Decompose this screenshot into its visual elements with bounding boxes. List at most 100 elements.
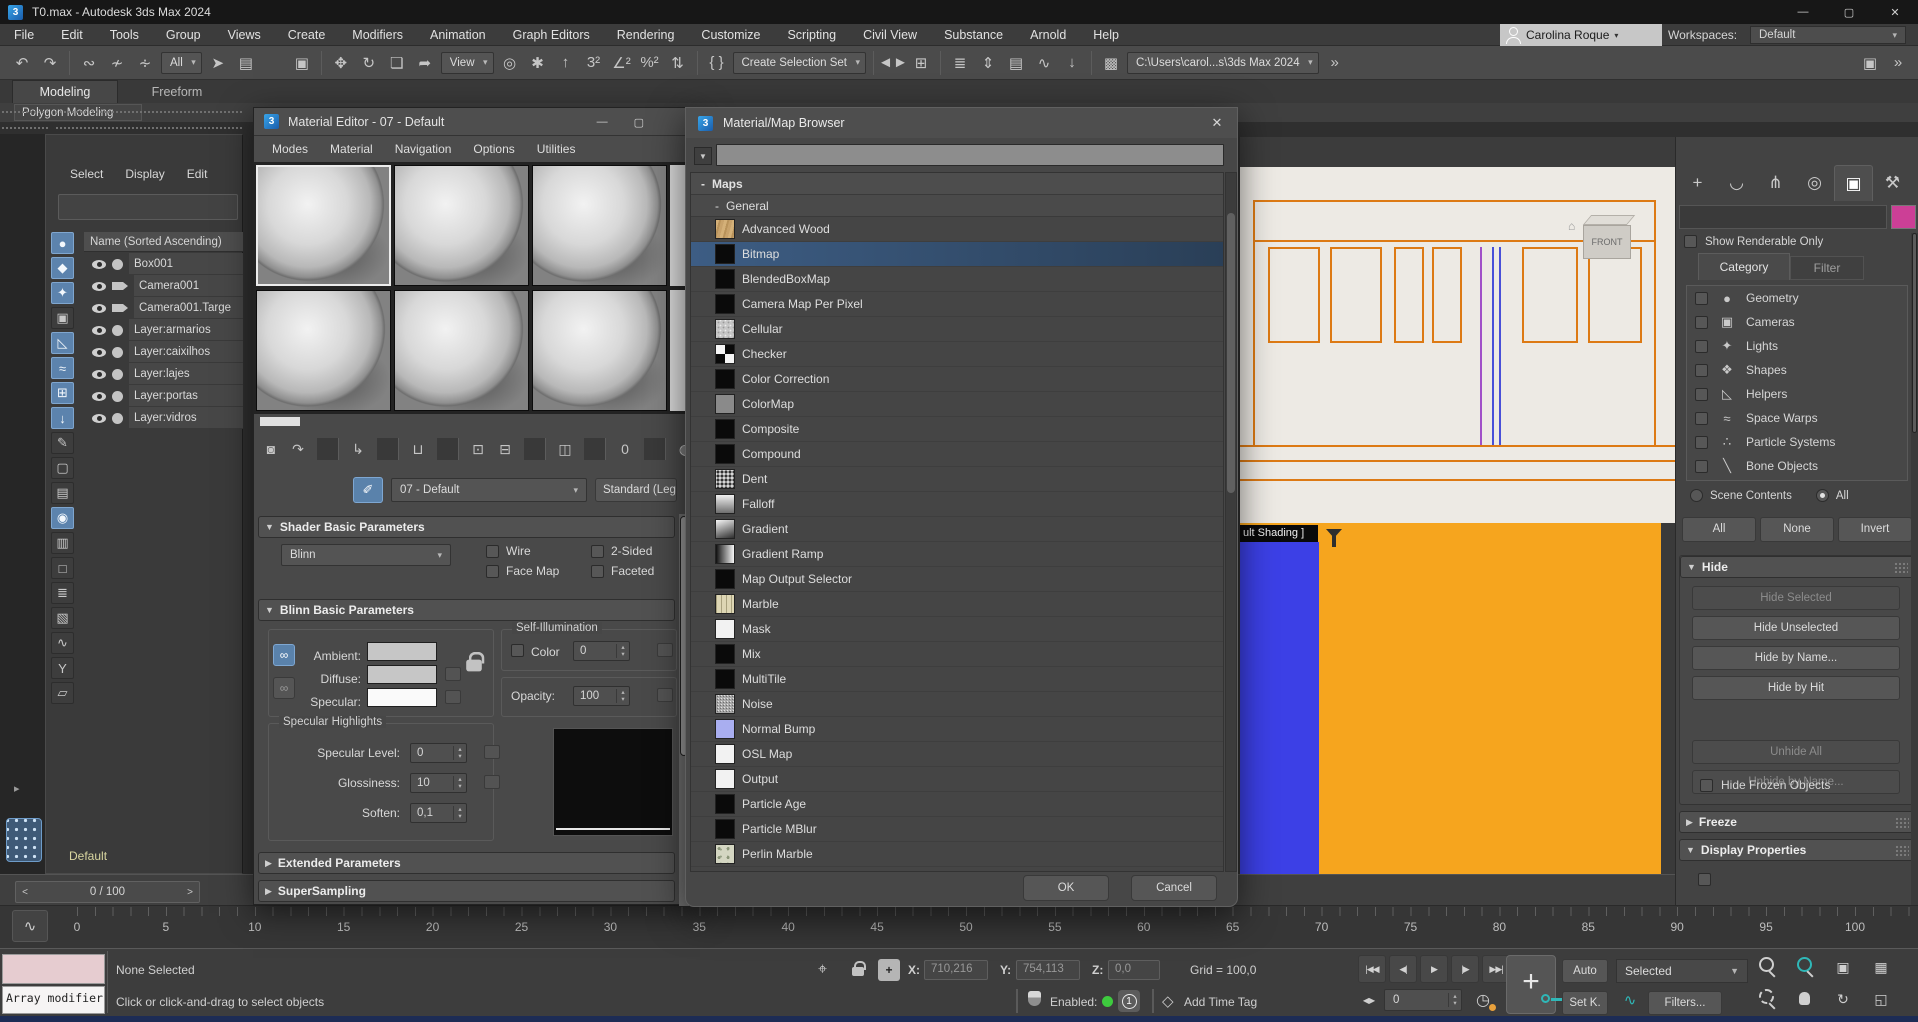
visibility-eye-icon[interactable] [92,260,106,269]
grid-tool-icon[interactable] [6,818,42,862]
object-name[interactable]: Layer:lajes [129,363,243,385]
display-folder-icon[interactable]: ▱ [51,682,74,704]
toolbar-overflow-icon[interactable]: » [1323,51,1347,75]
modify-tab[interactable]: ◡ [1717,165,1756,201]
zoom-region-icon[interactable] [1750,985,1784,1013]
map-button[interactable] [484,745,500,759]
map-list-item[interactable]: Gradient [691,517,1223,542]
minimize-button[interactable]: — [1780,0,1826,24]
slot-resize-handle[interactable] [260,417,300,426]
go-to-start-button[interactable]: |◀◀ [1358,955,1386,983]
reset-map-icon[interactable]: ⊔ [407,438,429,460]
sample-slot[interactable] [532,290,667,411]
map-list-item[interactable]: Checker [691,342,1223,367]
display-selection-sets-icon[interactable]: ▧ [51,607,74,629]
render-setup-icon[interactable]: ▩ [1099,51,1123,75]
diffuse-map-button[interactable] [445,667,461,681]
viewport[interactable]: FRONT ⌂ ult Shading ] [1240,137,1675,874]
map-list-item[interactable]: Camera Map Per Pixel [691,292,1223,317]
project-folder-dropdown[interactable]: C:\Users\carol...s\3ds Max 2024 [1127,52,1319,74]
previous-frame-arrow[interactable]: < [16,887,34,898]
zoom-all-icon[interactable] [1788,953,1822,981]
menu-item[interactable]: Rendering [617,28,675,42]
user-account-button[interactable]: Carolina Roque ▾ [1500,24,1662,46]
menu-item[interactable]: Modifiers [352,28,403,42]
lock-diffuse-specular-icon[interactable]: ∞ [273,677,295,699]
select-manipulate-icon[interactable]: ✱ [526,51,550,75]
zoom-extents-icon[interactable]: ▣ [1826,953,1860,981]
map-list-item[interactable]: Mix [691,642,1223,667]
visibility-eye-icon[interactable] [92,304,106,313]
play-button[interactable]: ▶ [1420,955,1448,983]
display-hidden-icon[interactable]: □ [51,557,74,579]
search-options-button[interactable]: ▼ [694,147,712,165]
adaptive-degradation-badge[interactable]: 1 [1118,990,1140,1012]
map-list-item[interactable]: Perlin Marble [691,842,1223,867]
pick-material-eyedropper[interactable]: ✐ [353,477,383,503]
time-slider[interactable]: < 0 / 100 > [15,881,200,903]
selection-set-dropdown[interactable]: Selected ▼ [1616,959,1748,983]
command-panel-scrollbar[interactable] [1911,233,1918,905]
close-button[interactable]: ✕ [1872,0,1918,24]
visibility-eye-icon[interactable] [92,392,106,401]
object-name-field[interactable] [1679,205,1887,229]
display-spacewarps-filter-icon[interactable]: ≈ [51,357,74,379]
view-cube[interactable]: FRONT [1583,213,1641,265]
toolbar-overflow-icon[interactable]: » [1886,51,1910,75]
timeline-ruler[interactable]: 0510152025303540455055606570758085909510… [0,905,1918,948]
browser-search-input[interactable] [716,144,1224,166]
hide-panel-button[interactable]: Unhide All [1692,740,1900,764]
menu-item[interactable]: Select [70,167,103,181]
ref-coord-dropdown[interactable]: View [441,52,494,74]
listener-script-pane[interactable]: Array modifier [2,986,105,1014]
select-move-icon[interactable]: ✥ [329,51,353,75]
display-tab[interactable]: ▣ [1834,165,1873,201]
radio-option[interactable]: Scene Contents [1690,489,1792,502]
explorer-column-header[interactable]: Name (Sorted Ascending) [84,232,243,252]
absolute-mode-icon[interactable]: + [878,959,900,981]
map-list-item[interactable]: MultiTile [691,667,1223,692]
select-by-name-icon[interactable]: ▤ [234,51,258,75]
category-row[interactable]: ● Geometry [1687,286,1907,310]
padlock-icon[interactable] [466,660,482,672]
current-frame-field[interactable]: 0 ▴▾ [1384,989,1462,1011]
hierarchy-tab[interactable]: ⋔ [1756,165,1795,201]
category-checkbox[interactable] [1695,316,1708,329]
get-material-icon[interactable]: ◙ [260,438,282,460]
undo-icon[interactable]: ↶ [10,51,34,75]
show-renderable-checkbox[interactable] [1684,235,1697,248]
object-name[interactable]: Camera001.Targe [134,297,243,319]
menu-item[interactable]: Navigation [395,142,452,156]
mini-curve-editor-button[interactable]: ∿ [12,910,48,942]
panel-button[interactable]: Invert [1838,517,1912,542]
menu-item[interactable]: Scripting [787,28,836,42]
clipped-checkbox[interactable] [1698,873,1711,886]
object-name[interactable]: Layer:caixilhos [129,341,243,363]
map-list-item[interactable]: Cellular [691,317,1223,342]
scene-explorer-row[interactable]: Layer:armarios [84,319,243,341]
shader-basic-params-header[interactable]: Shader Basic Parameters [258,516,675,538]
object-name[interactable]: Layer:portas [129,385,243,407]
cancel-button[interactable]: Cancel [1131,875,1217,901]
spinner[interactable]: 0,1▴▾ [410,803,467,823]
shader-checkbox-row[interactable]: Wire [486,544,591,558]
menu-item[interactable]: Utilities [537,142,576,156]
visibility-eye-icon[interactable] [92,370,106,379]
display-materials-icon[interactable]: ≣ [51,582,74,604]
map-list-item[interactable]: Compound [691,442,1223,467]
specular-color-swatch[interactable] [367,688,437,707]
map-list-item[interactable]: Marble [691,592,1223,617]
group-maps[interactable]: - Maps [691,173,1223,195]
menu-item[interactable]: Tools [110,28,139,42]
tab-category[interactable]: Category [1698,253,1790,280]
menu-item[interactable]: Help [1093,28,1119,42]
category-checkbox[interactable] [1695,436,1708,449]
layer-manager-icon[interactable]: ≣ [948,51,972,75]
toggle-scene-explorer-icon[interactable]: ▤ [1004,51,1028,75]
menu-item[interactable]: Civil View [863,28,917,42]
category-row[interactable]: ▣ Cameras [1687,310,1907,334]
display-cameras-filter-icon[interactable]: ▣ [51,307,74,329]
maximize-viewport-icon[interactable]: ◱ [1864,985,1898,1013]
shading-model-dropdown[interactable]: Blinn ▾ [281,544,451,566]
spinner-snap-icon[interactable]: ⇅ [666,51,690,75]
